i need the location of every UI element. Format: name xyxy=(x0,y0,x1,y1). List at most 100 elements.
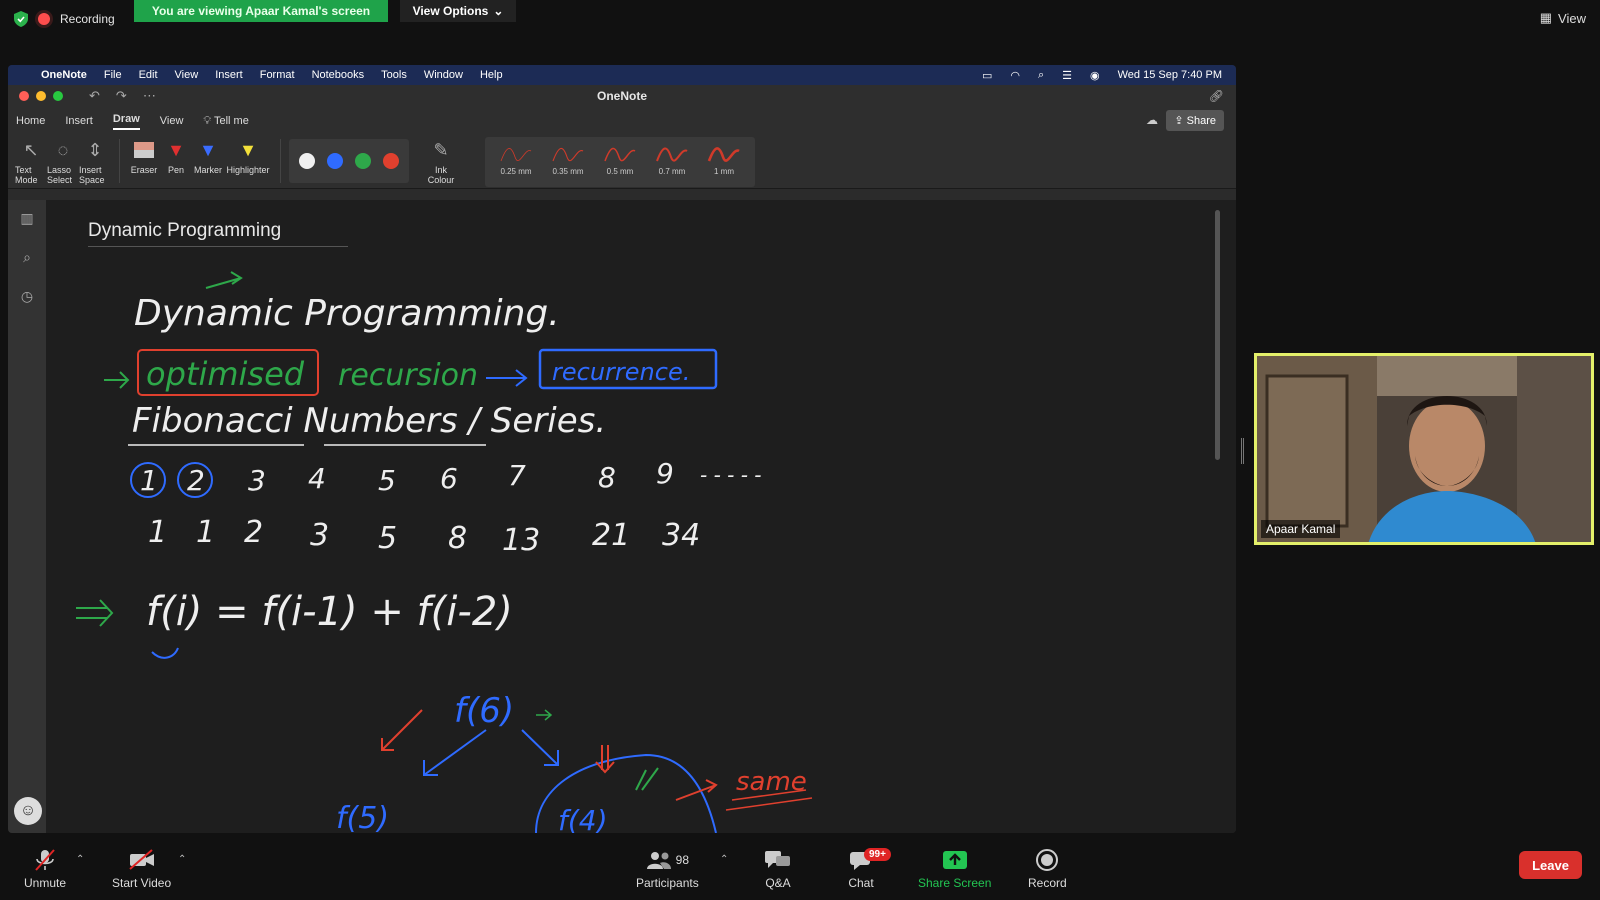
tab-view[interactable]: View xyxy=(160,115,184,127)
ink-index: 6 xyxy=(440,462,458,495)
menubar-status: ▭ ◠ ⌕ ☰ ◉ Wed 15 Sep 7:40 PM xyxy=(982,69,1236,82)
pen-size-025[interactable]: 0.25 mm xyxy=(495,137,537,187)
wifi-icon[interactable]: ◠ xyxy=(1010,69,1020,82)
handwritten-notes[interactable]: Dynamic Programming. optimised recursion… xyxy=(46,200,1206,833)
red-swatch[interactable] xyxy=(383,153,399,169)
chevron-up-icon[interactable]: ⌃ xyxy=(76,854,84,865)
mac-menubar: OneNote File Edit View Insert Format Not… xyxy=(8,65,1236,85)
text-mode-icon: ↖ xyxy=(23,139,39,160)
pen-size-035[interactable]: 0.35 mm xyxy=(547,137,589,187)
pen-size-07[interactable]: 0.7 mm xyxy=(651,137,693,187)
chevron-down-icon: ⌄ xyxy=(493,4,504,18)
ink-colour-icon: ✎ xyxy=(433,139,449,160)
menu-tools[interactable]: Tools xyxy=(381,69,407,81)
meeting-controls: Unmute ⌃ Start Video ⌃ 98 Participants ⌃… xyxy=(0,840,1600,900)
viewing-banner: You are viewing Apaar Kamal's screen xyxy=(134,0,388,22)
share-screen-button[interactable]: Share Screen xyxy=(918,848,991,890)
menu-view[interactable]: View xyxy=(175,69,199,81)
pen-icon: ▼ xyxy=(167,139,185,160)
ink-index: 8 xyxy=(598,461,616,494)
sync-icon[interactable]: ☁︎ xyxy=(1146,113,1158,127)
menu-notebooks[interactable]: Notebooks xyxy=(312,69,365,81)
menu-edit[interactable]: Edit xyxy=(139,69,158,81)
highlighter-tool[interactable]: ▼ Highlighter xyxy=(224,137,272,176)
menu-format[interactable]: Format xyxy=(260,69,295,81)
maximize-window-button[interactable] xyxy=(53,91,63,101)
search-icon[interactable]: ⌕ xyxy=(23,249,31,266)
close-window-button[interactable] xyxy=(19,91,29,101)
participant-video[interactable]: Apaar Kamal xyxy=(1254,353,1594,545)
ink-value: 34 xyxy=(662,518,700,553)
link-icon[interactable]: 🔗︎ xyxy=(1209,89,1224,103)
leave-button[interactable]: Leave xyxy=(1519,851,1582,879)
menu-onenote[interactable]: OneNote xyxy=(41,69,87,81)
participants-label: Participants xyxy=(636,876,699,890)
marker-tool[interactable]: ▼ Marker xyxy=(192,137,224,176)
tab-home[interactable]: Home xyxy=(16,115,45,127)
undo-icon[interactable]: ↶ xyxy=(89,88,100,104)
qa-label: Q&A xyxy=(765,876,791,890)
lasso-label: Lasso Select xyxy=(47,165,73,185)
ink-tree-left: f(5) xyxy=(336,801,389,833)
add-page-button[interactable]: ☺︎ xyxy=(14,797,42,825)
unmute-button[interactable]: Unmute xyxy=(24,848,66,890)
ink-tree-root: f(6) xyxy=(454,691,514,731)
start-video-button[interactable]: Start Video xyxy=(112,848,171,890)
text-mode-tool[interactable]: ↖ Text Mode xyxy=(15,137,47,186)
record-button[interactable]: Record xyxy=(1028,848,1067,890)
pen-size-05[interactable]: 0.5 mm xyxy=(599,137,641,187)
ink-index: 7 xyxy=(508,459,526,492)
tab-insert[interactable]: Insert xyxy=(65,115,93,127)
blue-swatch[interactable] xyxy=(327,153,343,169)
tell-me[interactable]: 💡︎ Tell me xyxy=(203,115,248,128)
ink-colour-button[interactable]: ✎ Ink Colour xyxy=(417,137,465,186)
menu-insert[interactable]: Insert xyxy=(215,69,243,81)
chevron-up-icon[interactable]: ⌃ xyxy=(720,854,728,865)
clock[interactable]: Wed 15 Sep 7:40 PM xyxy=(1118,69,1222,81)
menu-help[interactable]: Help xyxy=(480,69,503,81)
battery-icon[interactable]: ▭ xyxy=(982,69,992,82)
chevron-up-icon[interactable]: ⌃ xyxy=(178,854,186,865)
white-swatch[interactable] xyxy=(299,153,315,169)
resize-handle[interactable] xyxy=(1241,438,1244,464)
pen-tool[interactable]: ▼ Pen xyxy=(160,137,192,176)
ink-line-dynamic-programming: Dynamic Programming. xyxy=(134,293,560,334)
share-screen-icon xyxy=(942,848,968,872)
green-swatch[interactable] xyxy=(355,153,371,169)
pen-size-label: 0.35 mm xyxy=(552,167,584,176)
tab-draw[interactable]: Draw xyxy=(112,113,140,130)
search-icon[interactable]: ⌕ xyxy=(1038,69,1044,82)
recent-icon[interactable]: ◷ xyxy=(21,288,33,305)
record-icon xyxy=(1036,848,1059,872)
minimize-window-button[interactable] xyxy=(36,91,46,101)
pen-stroke-icon xyxy=(500,148,532,162)
pen-size-1[interactable]: 1 mm xyxy=(703,137,745,187)
ink-value: 8 xyxy=(448,521,467,556)
eraser-tool[interactable]: Eraser xyxy=(128,137,160,175)
ink-index: 9 xyxy=(656,457,674,490)
ink-value: 3 xyxy=(310,518,329,553)
view-options-label: View Options xyxy=(412,4,489,18)
zoom-top-bar: Recording You are viewing Apaar Kamal's … xyxy=(0,0,1600,40)
share-button[interactable]: ⇪ Share xyxy=(1166,110,1224,131)
ink-index: - - - - - xyxy=(700,463,762,487)
pen-stroke-icon xyxy=(707,147,740,162)
participants-button[interactable]: 98 Participants xyxy=(636,848,699,890)
view-options-button[interactable]: View Options ⌄ xyxy=(400,0,516,22)
menu-file[interactable]: File xyxy=(104,69,122,81)
siri-icon[interactable]: ◉ xyxy=(1090,69,1100,82)
ink-index: 5 xyxy=(378,464,396,497)
note-canvas-area: ▥ ⌕ ◷ ☺︎ Dynamic Programming Dynamic Pro… xyxy=(8,200,1236,833)
notebooks-icon[interactable]: ▥ xyxy=(20,210,33,227)
redo-icon[interactable]: ↷ xyxy=(116,88,127,104)
ink-value: 13 xyxy=(502,523,540,558)
control-center-icon[interactable]: ☰ xyxy=(1062,69,1072,82)
more-icon[interactable]: ⋯ xyxy=(143,88,156,104)
lasso-select-tool[interactable]: ◌ Lasso Select xyxy=(47,137,79,186)
shared-screen: OneNote File Edit View Insert Format Not… xyxy=(8,65,1236,833)
vertical-scrollbar[interactable] xyxy=(1215,210,1220,460)
qa-button[interactable]: Q&A xyxy=(764,848,792,890)
view-button[interactable]: ▦ View xyxy=(1540,10,1586,26)
menu-window[interactable]: Window xyxy=(424,69,463,81)
insert-space-tool[interactable]: ⇕ Insert Space xyxy=(79,137,111,186)
